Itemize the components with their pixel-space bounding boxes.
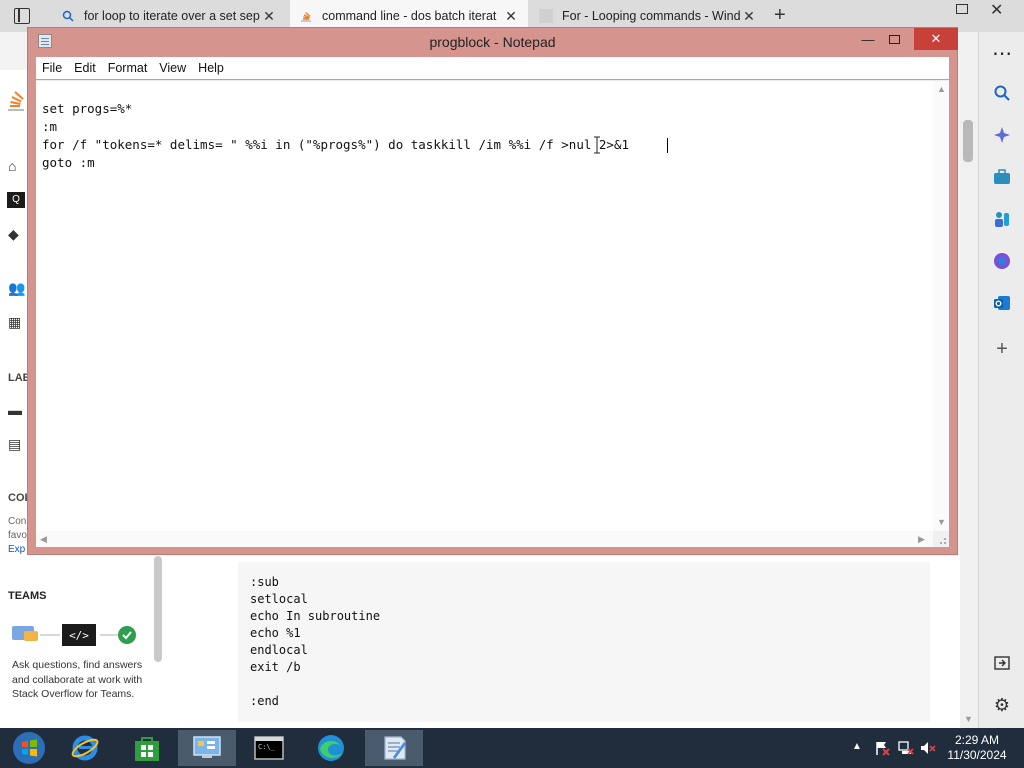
text-caret (667, 138, 668, 153)
menu-edit[interactable]: Edit (68, 61, 102, 75)
code-line: endlocal (250, 643, 308, 657)
svg-text:C:\_: C:\_ (258, 743, 276, 751)
network-icon[interactable] (898, 740, 914, 759)
code-line: :sub (250, 575, 279, 589)
code-line: exit /b (250, 660, 301, 674)
tab-title: For - Looping commands - Wind (562, 9, 740, 23)
new-tab-button[interactable]: + (774, 4, 786, 27)
games-icon[interactable] (991, 208, 1013, 230)
text-line: set progs=%* (42, 101, 133, 116)
menu-bar: File Edit Format View Help (36, 57, 949, 79)
clock-time: 2:29 AM (954, 733, 1000, 747)
text-line: goto :m (42, 155, 95, 170)
notepad-taskbar-icon[interactable] (365, 730, 423, 766)
scroll-right-arrow[interactable]: ▶ (918, 534, 925, 545)
microsoft365-icon[interactable] (991, 250, 1013, 272)
teams-description: Ask questions, find answers and collabor… (12, 659, 143, 700)
window-restore-icon[interactable] (956, 4, 968, 14)
text-line: for /f "tokens=* delims= " %%i in ("%pro… (42, 137, 629, 152)
teams-illustration: </> (10, 622, 140, 648)
tab-actions-icon[interactable] (14, 8, 30, 24)
scroll-down-arrow[interactable]: ▼ (964, 714, 973, 724)
show-hidden-icons-icon[interactable]: ▲ (852, 741, 862, 752)
window-title: progblock - Notepad (429, 34, 556, 50)
collectives-text: Con (8, 516, 27, 527)
menu-view[interactable]: View (153, 61, 192, 75)
close-tab-icon[interactable]: ✕ (260, 8, 278, 25)
home-icon[interactable]: ⌂ (8, 158, 26, 176)
horizontal-scrollbar[interactable]: ◀ ▶ (36, 531, 933, 547)
collectives-text: favo (8, 530, 27, 541)
page-icon (538, 8, 554, 24)
discussions-icon[interactable]: ▤ (8, 436, 26, 454)
menu-file[interactable]: File (36, 61, 68, 75)
jobs-icon[interactable]: ▬ (8, 402, 26, 420)
browser-sidebar: ⋯ + ⚙ (978, 32, 1024, 728)
control-panel-icon[interactable] (178, 730, 236, 766)
code-block: :sub setlocal echo In subroutine echo %1… (238, 562, 930, 722)
page-scrollbar[interactable]: ▼ (960, 32, 978, 728)
text-line: :m (42, 119, 58, 134)
teams-heading: TEAMS (8, 590, 47, 602)
vertical-scrollbar[interactable]: ▲ ▼ (933, 81, 949, 531)
scroll-down-arrow[interactable]: ▼ (937, 517, 946, 527)
outlook-icon[interactable] (991, 292, 1013, 314)
command-prompt-icon[interactable]: C:\_ (240, 730, 298, 766)
notepad-window: progblock - Notepad — ✕ File Edit Format… (27, 27, 958, 555)
add-icon[interactable]: + (991, 338, 1013, 360)
i-beam-cursor-icon (594, 136, 600, 154)
maximize-button[interactable] (884, 28, 904, 50)
taskbar: C:\_ ▲ 2:29 AM 11/30/2024 (0, 728, 1024, 768)
tools-icon[interactable] (991, 166, 1013, 188)
copilot-icon[interactable] (991, 124, 1013, 146)
close-tab-icon[interactable]: ✕ (502, 8, 520, 25)
sidebar-toggle-icon[interactable] (991, 652, 1013, 674)
settings-gear-icon[interactable]: ⚙ (991, 694, 1013, 716)
companies-icon[interactable]: ▦ (8, 314, 26, 332)
users-icon[interactable]: 👥 (8, 280, 26, 298)
scrollbar-thumb[interactable] (963, 120, 973, 162)
close-button[interactable]: ✕ (914, 28, 958, 50)
code-line: echo %1 (250, 626, 301, 640)
scroll-left-arrow[interactable]: ◀ (40, 534, 47, 545)
stackoverflow-logo[interactable] (6, 84, 26, 112)
search-icon (60, 8, 76, 24)
menu-format[interactable]: Format (102, 61, 154, 75)
search-icon[interactable] (991, 82, 1013, 104)
system-clock[interactable]: 2:29 AM 11/30/2024 (930, 733, 1024, 763)
menu-help[interactable]: Help (192, 61, 230, 75)
action-center-flag-icon[interactable] (874, 740, 890, 759)
svg-text:</>: </> (69, 629, 89, 642)
nav-scrollbar[interactable] (154, 556, 162, 662)
tags-icon[interactable]: ◆ (8, 226, 26, 244)
tab-title: command line - dos batch iterat (322, 9, 497, 23)
edge-browser-icon[interactable] (302, 730, 360, 766)
stackoverflow-icon (298, 8, 314, 24)
store-icon[interactable] (118, 730, 176, 766)
questions-icon[interactable]: Q (7, 192, 25, 208)
code-line: setlocal (250, 592, 308, 606)
code-line: :end (250, 694, 279, 708)
tab-title: for loop to iterate over a set sepa (84, 9, 260, 23)
more-menu-icon[interactable]: ⋯ (991, 42, 1013, 65)
internet-explorer-icon[interactable] (56, 730, 114, 766)
window-close-icon[interactable]: ✕ (990, 0, 1003, 20)
notepad-title-bar[interactable]: progblock - Notepad — ✕ (28, 28, 958, 56)
start-button[interactable] (0, 730, 58, 766)
scroll-up-arrow[interactable]: ▲ (937, 84, 946, 94)
close-tab-icon[interactable]: ✕ (740, 8, 758, 25)
code-line: echo In subroutine (250, 609, 381, 623)
resize-grip-icon[interactable] (933, 531, 949, 547)
minimize-button[interactable]: — (858, 28, 878, 50)
clock-date: 11/30/2024 (947, 748, 1007, 762)
text-editor-area[interactable]: set progs=%* :m for /f "tokens=* delims=… (36, 80, 949, 547)
explore-link[interactable]: Exp (8, 544, 25, 555)
